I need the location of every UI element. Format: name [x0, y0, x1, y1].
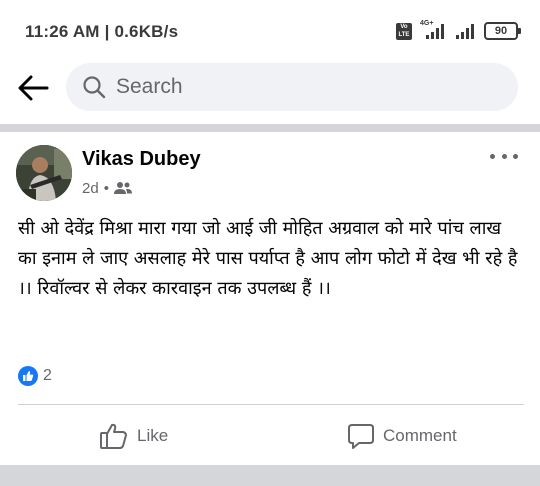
feed-divider	[0, 124, 540, 132]
status-icons: Vo LTE 4G+ 90	[396, 20, 521, 41]
like-button[interactable]: Like	[99, 418, 168, 454]
volte-bottom-label: LTE	[398, 32, 410, 38]
battery-level: 90	[494, 25, 508, 37]
signal-4g-icon: 4G+	[420, 20, 446, 40]
back-button[interactable]	[14, 70, 52, 106]
status-time: 11:26 AM | 0.6KB/s	[25, 22, 179, 41]
dot-1	[490, 153, 495, 159]
top-bar: Search	[0, 60, 540, 116]
signal-icon	[454, 22, 476, 40]
post-actions: Like Comment	[0, 418, 540, 458]
post-text: सी ओ देवेंद्र मिश्रा मारा गया जो आई जी म…	[18, 218, 518, 299]
like-label: Like	[137, 426, 169, 445]
arrow-left-icon	[18, 75, 49, 101]
volte-top-label: Vo	[400, 24, 408, 30]
reaction-count: 2	[43, 367, 52, 384]
post-meta: 2d •	[82, 178, 132, 198]
comment-button[interactable]: Comment	[347, 418, 457, 454]
comment-label: Comment	[383, 426, 457, 445]
author-name[interactable]: Vikas Dubey	[82, 148, 201, 171]
like-reaction-icon	[18, 366, 38, 386]
dot-2	[501, 153, 507, 159]
reactions-summary[interactable]: 2	[18, 365, 52, 387]
search-icon	[83, 76, 106, 99]
search-input[interactable]: Search	[66, 63, 518, 111]
feed-divider-bottom	[0, 465, 540, 486]
post-age[interactable]: 2d	[82, 180, 99, 197]
friends-icon	[113, 182, 132, 194]
search-placeholder: Search	[116, 75, 183, 98]
meta-separator: •	[103, 179, 109, 197]
avatar[interactable]	[16, 145, 72, 201]
status-bar: 11:26 AM | 0.6KB/s Vo LTE 4G+ 90	[0, 0, 540, 60]
volte-icon: Vo LTE	[396, 22, 412, 40]
post-card: Vikas Dubey 2d • सी ओ देवेंद्र मिश्रा मा…	[0, 132, 540, 465]
more-options-icon[interactable]	[490, 146, 518, 166]
comment-icon	[348, 424, 374, 449]
thumbs-up-icon	[100, 423, 127, 449]
action-divider	[18, 404, 524, 405]
battery-icon: 90	[484, 22, 521, 40]
dot-3	[513, 153, 518, 159]
